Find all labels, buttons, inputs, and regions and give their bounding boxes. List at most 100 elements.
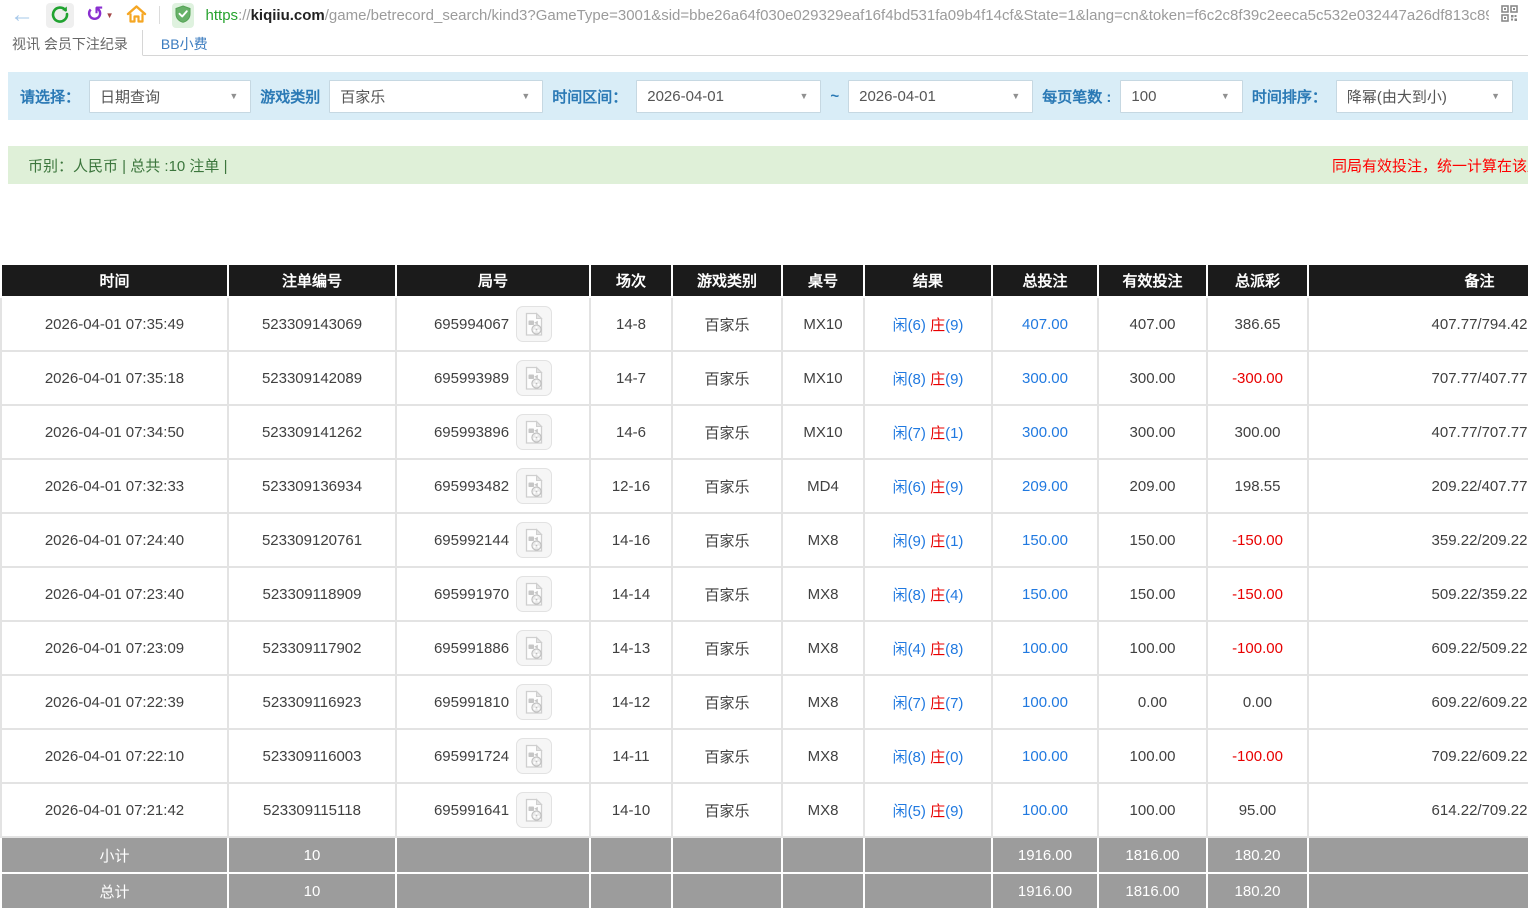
- column-header: 桌号: [782, 264, 864, 297]
- cell-total-bet: 150.00: [992, 567, 1098, 621]
- cell-time: 2026-04-01 07:35:18: [1, 351, 228, 405]
- qr-code-icon[interactable]: [1501, 3, 1518, 27]
- result-banker-points: (9): [945, 479, 963, 496]
- cell-total-bet: 150.00: [992, 513, 1098, 567]
- result-banker-label: 庄: [926, 425, 945, 442]
- cell-table-no: MX8: [782, 675, 864, 729]
- valid-bet-notice: 同局有效投注，统一计算在该局: [1332, 155, 1528, 176]
- cell-time: 2026-04-01 07:35:49: [1, 297, 228, 351]
- cell-payout: -100.00: [1207, 621, 1308, 675]
- cell-table-no: MX10: [782, 297, 864, 351]
- undo-dropdown-icon[interactable]: ▼: [106, 11, 114, 20]
- url-bar[interactable]: https://kiqiiu.com/game/betrecord_search…: [206, 7, 1489, 24]
- round-id-text: 695991810: [434, 694, 509, 711]
- column-header: 有效投注: [1098, 264, 1207, 297]
- cell-bet-id: 523309118909: [228, 567, 396, 621]
- cell-round-id: 695991886: [396, 621, 590, 675]
- cell-bet-id: 523309136934: [228, 459, 396, 513]
- result-banker-points: (4): [945, 587, 963, 604]
- tab-bb-tips[interactable]: BB小费: [143, 30, 226, 55]
- cell-remark: 609.22/609.22: [1308, 675, 1528, 729]
- tab-video-bet-records[interactable]: 视讯 会员下注纪录: [0, 30, 143, 56]
- subtotal-row-cell-7: 1916.00: [992, 837, 1098, 873]
- cell-remark: 209.22/407.77: [1308, 459, 1528, 513]
- cell-valid-bet: 100.00: [1098, 729, 1207, 783]
- cell-remark: 614.22/709.22: [1308, 783, 1528, 837]
- result-player: 闲(5): [893, 803, 926, 820]
- sort-order-select[interactable]: 降幂(由大到小) ▼: [1336, 80, 1513, 113]
- total-row-cell-0: 总计: [1, 873, 228, 909]
- cell-game-type: 百家乐: [672, 567, 782, 621]
- cell-total-bet: 300.00: [992, 351, 1098, 405]
- cell-bet-id: 523309143069: [228, 297, 396, 351]
- round-id-with-replay: 695994067: [401, 306, 585, 342]
- cell-session: 14-8: [590, 297, 672, 351]
- table-header: 时间注单编号局号场次游戏类别桌号结果总投注有效投注总派彩备注: [1, 264, 1528, 297]
- video-replay-button[interactable]: [516, 684, 552, 720]
- cell-session: 14-6: [590, 405, 672, 459]
- cell-total-bet: 300.00: [992, 405, 1098, 459]
- cell-time: 2026-04-01 07:22:39: [1, 675, 228, 729]
- video-replay-button[interactable]: [516, 522, 552, 558]
- round-id-text: 695991641: [434, 802, 509, 819]
- video-replay-button[interactable]: [516, 360, 552, 396]
- cell-game-type: 百家乐: [672, 621, 782, 675]
- chevron-down-icon: ▼: [1479, 91, 1512, 101]
- cell-total-bet: 100.00: [992, 729, 1098, 783]
- total-row-cell-10: [1308, 873, 1528, 909]
- subtotal-row-cell-0: 小计: [1, 837, 228, 873]
- video-replay-button[interactable]: [516, 576, 552, 612]
- cell-time: 2026-04-01 07:22:10: [1, 729, 228, 783]
- film-document-icon: [523, 312, 545, 337]
- page-size-label: 每页笔数 :: [1042, 86, 1111, 107]
- cell-valid-bet: 100.00: [1098, 621, 1207, 675]
- cell-result: 闲(9) 庄(1): [864, 513, 992, 567]
- video-replay-button[interactable]: [516, 414, 552, 450]
- query-type-select[interactable]: 日期查询 ▼: [89, 80, 251, 113]
- result-banker-label: 庄: [926, 317, 945, 334]
- cell-bet-id: 523309115118: [228, 783, 396, 837]
- total-row-cell-6: [864, 873, 992, 909]
- cell-remark: 407.77/794.42: [1308, 297, 1528, 351]
- result-banker-label: 庄: [926, 749, 945, 766]
- security-shield-icon[interactable]: [172, 3, 194, 28]
- date-to-input[interactable]: 2026-04-01 ▼: [848, 80, 1033, 113]
- shield-glyph: [175, 5, 191, 23]
- game-category-select[interactable]: 百家乐 ▼: [329, 80, 543, 113]
- date-range-label: 时间区间：: [552, 86, 627, 107]
- cell-valid-bet: 300.00: [1098, 405, 1207, 459]
- cell-table-no: MX10: [782, 405, 864, 459]
- undo-icon[interactable]: ↺ ▼: [86, 5, 114, 25]
- home-icon[interactable]: [126, 2, 147, 29]
- cell-payout: 198.55: [1207, 459, 1308, 513]
- video-replay-button[interactable]: [516, 468, 552, 504]
- video-replay-button[interactable]: [516, 306, 552, 342]
- video-replay-button[interactable]: [516, 630, 552, 666]
- home-glyph: [126, 4, 147, 24]
- refresh-icon[interactable]: [46, 3, 74, 28]
- cell-remark: 509.22/359.22: [1308, 567, 1528, 621]
- cell-result: 闲(8) 庄(4): [864, 567, 992, 621]
- cell-bet-id: 523309120761: [228, 513, 396, 567]
- cell-game-type: 百家乐: [672, 459, 782, 513]
- film-document-icon: [523, 798, 545, 823]
- round-id-text: 695993482: [434, 478, 509, 495]
- round-id-text: 695993896: [434, 424, 509, 441]
- result-banker-label: 庄: [926, 641, 945, 658]
- back-icon[interactable]: ←: [10, 4, 34, 26]
- page-size-select[interactable]: 100 ▼: [1120, 80, 1242, 113]
- video-replay-button[interactable]: [516, 792, 552, 828]
- cell-valid-bet: 150.00: [1098, 567, 1207, 621]
- video-replay-button[interactable]: [516, 738, 552, 774]
- cell-valid-bet: 150.00: [1098, 513, 1207, 567]
- cell-round-id: 695991724: [396, 729, 590, 783]
- date-from-input[interactable]: 2026-04-01 ▼: [636, 80, 821, 113]
- subtotal-row-cell-2: [396, 837, 590, 873]
- cell-time: 2026-04-01 07:23:40: [1, 567, 228, 621]
- round-id-with-replay: 695992144: [401, 522, 585, 558]
- subtotal-row-cell-5: [782, 837, 864, 873]
- date-to-value: 2026-04-01: [859, 88, 936, 105]
- cell-session: 14-12: [590, 675, 672, 729]
- total-row-cell-5: [782, 873, 864, 909]
- cell-payout: 0.00: [1207, 675, 1308, 729]
